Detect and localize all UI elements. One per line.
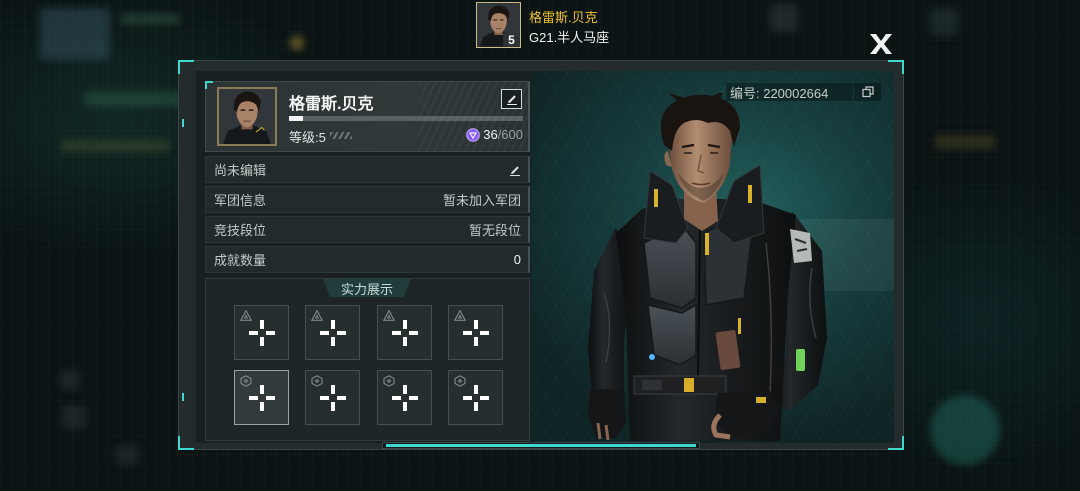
showcase-slot[interactable] <box>377 305 432 360</box>
row-label: 竞技段位 <box>214 223 267 238</box>
info-list: 尚未编辑 军团信息 暂未加入军团 竞技段位 暂无段位 成就数量 0 <box>205 156 530 276</box>
header-avatar: 5 <box>476 2 521 48</box>
profile-panel: 编号: 220002664 格雷斯.贝克 等级:5 36 /600 尚未编辑 军… <box>178 60 904 450</box>
add-cross-icon <box>249 385 275 411</box>
player-id-label: 编号: 220002664 <box>730 85 829 101</box>
add-cross-icon <box>392 385 418 411</box>
row-value: 暂无段位 <box>468 223 521 238</box>
showcase-slot[interactable] <box>305 305 360 360</box>
level-stripes-decoration <box>330 132 352 139</box>
background-blur-shape <box>60 140 170 152</box>
row-label: 成就数量 <box>214 253 267 268</box>
background-blur-shape <box>930 8 958 36</box>
achievement-count-row: 成就数量 0 <box>205 246 530 273</box>
background-blur-shape <box>115 445 139 465</box>
profile-name: 格雷斯.贝克 <box>289 96 374 113</box>
showcase-slot[interactable] <box>448 305 503 360</box>
panel-corner-accent <box>178 436 194 450</box>
showcase-slot[interactable] <box>305 370 360 425</box>
row-label: 军团信息 <box>214 193 267 208</box>
power-showcase: 实力展示 <box>205 278 530 441</box>
background-blur-shape <box>930 395 1000 465</box>
showcase-slot[interactable] <box>377 370 432 425</box>
exp-progress-bar <box>289 116 523 121</box>
exp-total: /600 <box>497 127 523 142</box>
signature-row[interactable]: 尚未编辑 <box>205 156 530 183</box>
purple-gem-icon <box>466 127 481 142</box>
add-cross-icon <box>249 320 275 346</box>
arena-rank-row: 竞技段位 暂无段位 <box>205 216 530 243</box>
pencil-icon[interactable] <box>509 164 521 176</box>
level-label: 等级:5 <box>289 130 326 145</box>
panel-edge-accent <box>182 119 184 127</box>
panel-bottom-accent-bar <box>386 444 696 447</box>
row-label: 尚未编辑 <box>214 163 267 178</box>
exp-counter: 36 /600 <box>456 127 523 142</box>
header-player-name: 格雷斯.贝克 <box>529 10 598 25</box>
showcase-slot[interactable] <box>234 305 289 360</box>
add-cross-icon <box>463 320 489 346</box>
pencil-icon <box>506 95 517 105</box>
player-id-box: 编号: 220002664 <box>726 83 881 101</box>
add-cross-icon <box>392 320 418 346</box>
add-cross-icon <box>463 385 489 411</box>
background-blur-shape <box>40 8 110 60</box>
legion-info-row: 军团信息 暂未加入军团 <box>205 186 530 213</box>
player-avatar[interactable] <box>217 87 277 146</box>
exp-current: 36 <box>483 127 498 142</box>
header-server-name: G21.半人马座 <box>529 30 610 45</box>
add-cross-icon <box>320 385 346 411</box>
character-showcase-area: 编号: 220002664 <box>531 71 894 443</box>
exp-progress-fill <box>289 116 304 121</box>
row-value: 0 <box>513 252 521 267</box>
close-x-icon[interactable] <box>869 33 893 55</box>
edit-name-button[interactable] <box>501 89 522 109</box>
player-portrait-icon <box>219 89 275 144</box>
row-value: 暂未加入军团 <box>442 193 521 208</box>
add-cross-icon <box>320 320 346 346</box>
copy-icon[interactable] <box>853 83 881 101</box>
panel-corner-accent <box>178 60 194 74</box>
background-blur-shape <box>62 405 86 429</box>
background-blur-shape <box>290 36 304 50</box>
background-blur-shape <box>60 370 80 390</box>
background-blur-shape <box>770 4 798 32</box>
showcase-slot[interactable] <box>448 370 503 425</box>
panel-edge-accent <box>182 393 184 401</box>
profile-card: 格雷斯.贝克 等级:5 36 /600 <box>205 81 530 152</box>
character-portrait <box>588 93 827 441</box>
background-blur-shape <box>935 135 995 149</box>
showcase-title: 实力展示 <box>340 281 393 297</box>
avatar-level-badge: 5 <box>503 33 520 47</box>
card-corner-accent <box>205 81 213 89</box>
background-blur-shape <box>120 14 180 24</box>
showcase-slot[interactable] <box>234 370 289 425</box>
showcase-title-tab: 实力展示 <box>323 279 411 297</box>
